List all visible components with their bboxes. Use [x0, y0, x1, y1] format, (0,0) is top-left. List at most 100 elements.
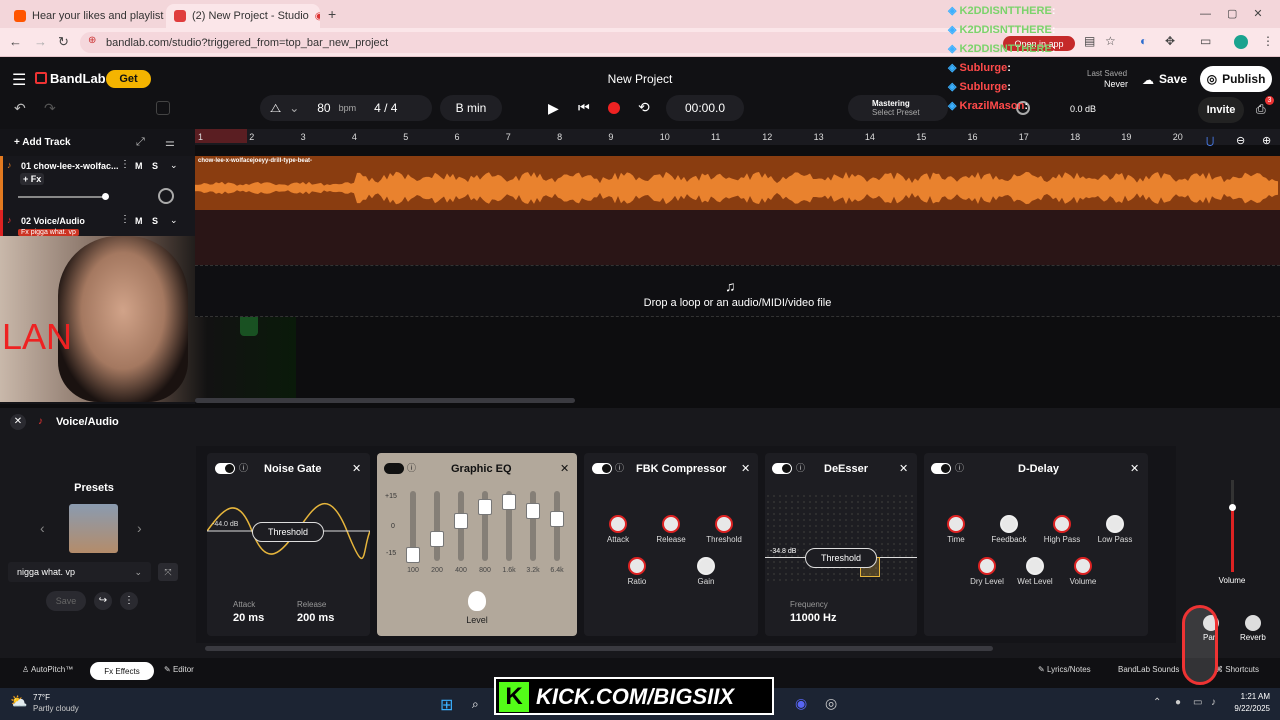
- site-info-icon[interactable]: ⊕: [88, 35, 96, 46]
- fader-handle[interactable]: [1229, 504, 1236, 511]
- pan-knob[interactable]: [158, 188, 174, 204]
- feedback-knob[interactable]: [1000, 515, 1018, 533]
- release-value[interactable]: 200 ms: [297, 612, 334, 624]
- timeline-ruler[interactable]: [195, 129, 1280, 145]
- metronome-icon[interactable]: ⧍: [270, 101, 281, 116]
- fx-preset-tag[interactable]: Fx pigga what. vp: [18, 229, 79, 236]
- bookmark-star-icon[interactable]: ☆: [1105, 34, 1116, 48]
- redo-icon[interactable]: ↷: [44, 100, 56, 117]
- compressor-toggle[interactable]: [592, 463, 612, 474]
- gain-knob[interactable]: [697, 557, 715, 575]
- track-name[interactable]: 01 chow-lee-x-wolfac...: [21, 161, 119, 171]
- deesser-toggle[interactable]: [772, 463, 792, 474]
- threshold-control[interactable]: Threshold: [805, 548, 877, 568]
- effects-tab[interactable]: Fx Effects: [90, 662, 154, 680]
- play-icon[interactable]: ▶: [548, 100, 559, 117]
- threshold-control[interactable]: Threshold: [252, 522, 324, 542]
- extension-icon[interactable]: ◐: [1140, 34, 1147, 48]
- puzzle-icon[interactable]: ✥: [1165, 34, 1175, 48]
- preset-dropdown[interactable]: nigga what. vp ⌄: [8, 562, 151, 582]
- window-controls[interactable]: —▢✕: [1200, 7, 1279, 20]
- delay-volume-knob[interactable]: [1074, 557, 1092, 575]
- track-options-icon[interactable]: ⋮: [120, 214, 130, 225]
- menu-kebab-icon[interactable]: ⋮: [1262, 34, 1274, 48]
- track-options-icon[interactable]: ⋮: [120, 159, 130, 170]
- info-icon[interactable]: ⓘ: [796, 461, 805, 474]
- mixer-icon[interactable]: [156, 101, 170, 115]
- horizontal-scrollbar[interactable]: [195, 398, 575, 403]
- browser-tab-active[interactable]: (2) New Project - Studio ◉ ✕: [166, 4, 320, 28]
- volume-icon[interactable]: ♪: [1211, 697, 1216, 708]
- dry-level-knob[interactable]: [978, 557, 996, 575]
- graphic-eq-toggle[interactable]: [384, 463, 404, 474]
- voice-lane[interactable]: [195, 210, 1280, 265]
- mute-button[interactable]: M: [135, 161, 143, 171]
- save-button[interactable]: Save: [1159, 72, 1187, 86]
- sounds-button[interactable]: BandLab Sounds: [1118, 665, 1184, 674]
- drop-zone[interactable]: ♫ Drop a loop or an audio/MIDI/video fil…: [195, 265, 1280, 317]
- attack-value[interactable]: 20 ms: [233, 612, 264, 624]
- remove-effect-icon[interactable]: ✕: [1130, 462, 1139, 475]
- autopitch-button[interactable]: ♙ AutoPitch™: [22, 665, 73, 674]
- ratio-knob[interactable]: [628, 557, 646, 575]
- eq-band-track[interactable]: [434, 491, 440, 561]
- fx-scrollbar[interactable]: [205, 646, 993, 651]
- eq-band-handle[interactable]: [430, 531, 444, 547]
- discord-icon[interactable]: ◉: [795, 695, 807, 712]
- chevron-down-icon[interactable]: ⌄: [170, 215, 178, 226]
- add-fx-button[interactable]: + Fx: [20, 173, 45, 185]
- remove-effect-icon[interactable]: ✕: [899, 462, 908, 475]
- solo-button[interactable]: S: [152, 216, 158, 226]
- eq-band-handle[interactable]: [406, 547, 420, 563]
- eq-band-handle[interactable]: [550, 511, 564, 527]
- automation-icon[interactable]: ⤢: [136, 136, 145, 149]
- new-tab-icon[interactable]: +: [328, 6, 336, 22]
- preset-save-button[interactable]: Save: [46, 591, 86, 611]
- info-icon[interactable]: ⓘ: [955, 461, 964, 474]
- tray-chevron-icon[interactable]: ⌃: [1153, 697, 1161, 708]
- frequency-value[interactable]: 11000 Hz: [790, 612, 836, 624]
- eq-band-track[interactable]: [530, 491, 536, 561]
- url-field[interactable]: ⊕ bandlab.com/studio?triggered_from=top_…: [80, 32, 1010, 53]
- eq-band-handle[interactable]: [526, 503, 540, 519]
- sidebar-icon[interactable]: ▭: [1200, 34, 1211, 48]
- zoom-in-icon[interactable]: ⊕: [1262, 134, 1271, 147]
- editor-button[interactable]: ✎ Editor: [164, 665, 194, 674]
- low-pass-knob[interactable]: [1106, 515, 1124, 533]
- close-panel-icon[interactable]: ✕: [10, 414, 26, 430]
- solo-button[interactable]: S: [152, 161, 158, 171]
- reverb-knob[interactable]: [1245, 615, 1261, 631]
- time-knob[interactable]: [947, 515, 965, 533]
- hamburger-menu-icon[interactable]: ☰: [12, 70, 26, 90]
- noise-gate-toggle[interactable]: [215, 463, 235, 474]
- delay-toggle[interactable]: [931, 463, 951, 474]
- skip-back-icon[interactable]: ⏮: [578, 100, 590, 116]
- slider-handle[interactable]: [102, 193, 109, 200]
- undo-icon[interactable]: ↶: [14, 100, 26, 117]
- high-pass-knob[interactable]: [1053, 515, 1071, 533]
- info-icon[interactable]: ⓘ: [407, 461, 416, 474]
- release-knob[interactable]: [662, 515, 680, 533]
- audio-clip[interactable]: chow-lee-x-wolfacejoeyy-drill-type-beat-: [195, 156, 1280, 210]
- mic-tray-icon[interactable]: ●: [1175, 697, 1181, 708]
- start-menu-icon[interactable]: ⊞: [440, 695, 453, 715]
- more-options-icon[interactable]: ⋮: [120, 592, 138, 610]
- app-icon[interactable]: ◎: [825, 695, 837, 712]
- remove-effect-icon[interactable]: ✕: [560, 462, 569, 475]
- chevron-left-icon[interactable]: ‹: [40, 520, 45, 536]
- info-icon[interactable]: ⓘ: [615, 461, 624, 474]
- info-icon[interactable]: ⓘ: [239, 461, 248, 474]
- lyrics-button[interactable]: ✎ Lyrics/Notes: [1038, 665, 1091, 674]
- network-icon[interactable]: ▭: [1193, 697, 1202, 708]
- eq-band-handle[interactable]: [454, 513, 468, 529]
- track-volume-slider[interactable]: [18, 196, 106, 198]
- forward-icon[interactable]: →: [34, 34, 47, 49]
- track-settings-icon[interactable]: ⚌: [165, 136, 175, 149]
- project-title[interactable]: New Project: [560, 72, 720, 86]
- bpm-input[interactable]: 80: [317, 101, 330, 115]
- chevron-down-icon[interactable]: ⌄: [289, 101, 299, 115]
- shortcuts-button[interactable]: ⌘ Shortcuts: [1215, 665, 1259, 674]
- gift-icon[interactable]: ⎙: [1256, 102, 1266, 117]
- remove-effect-icon[interactable]: ✕: [352, 462, 361, 475]
- mastering-button[interactable]: Mastering Select Preset: [848, 95, 948, 121]
